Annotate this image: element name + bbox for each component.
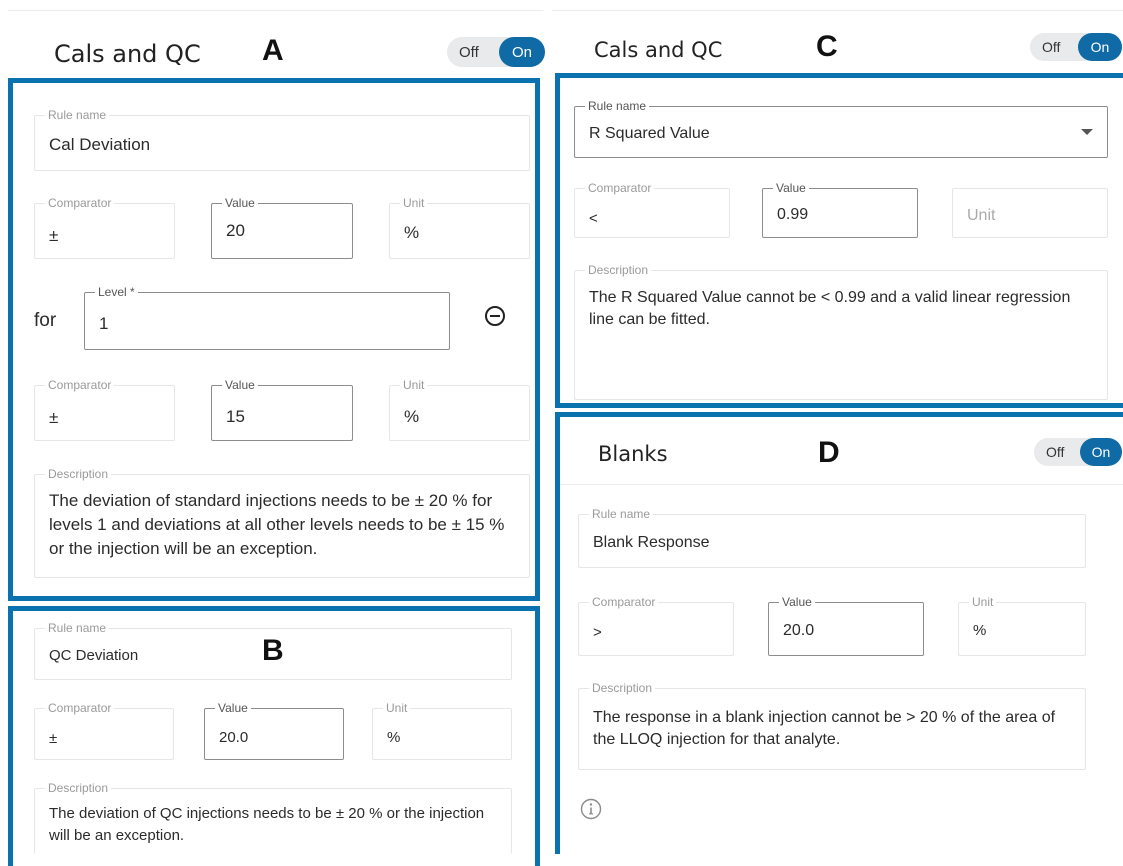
comparator-value: ± (49, 730, 58, 747)
unit-label: Unit (400, 196, 428, 210)
toggle-off-label[interactable]: Off (1034, 444, 1080, 460)
description-field[interactable]: Description The deviation of QC injectio… (34, 781, 512, 854)
rule-name-value: QC Deviation (49, 647, 139, 664)
value-input[interactable]: 20.0 (219, 729, 248, 746)
comparator-field[interactable]: Comparator < (574, 181, 730, 238)
rule-name-label: Rule name (45, 621, 110, 635)
toggle-on-label[interactable]: On (1078, 33, 1122, 61)
value-field[interactable]: Value 0.99 (762, 181, 918, 238)
toggle-on-label[interactable]: On (1080, 438, 1122, 466)
value-input[interactable]: 15 (226, 407, 245, 427)
unit-value: % (404, 407, 420, 426)
toggle-off-label[interactable]: Off (447, 44, 499, 61)
for-label: for (34, 310, 57, 331)
comparator-label: Comparator (45, 196, 115, 210)
description-field[interactable]: Description The response in a blank inje… (578, 681, 1086, 770)
value-label: Value (779, 595, 815, 609)
rule-name-label: Rule name (585, 99, 650, 113)
enable-toggle[interactable]: Off On (1030, 33, 1122, 61)
unit-label: Unit (969, 595, 997, 609)
comparator-label: Comparator (45, 701, 115, 715)
comparator-value: ± (49, 226, 59, 245)
unit-value: % (973, 622, 987, 639)
section-title: Blanks (598, 442, 668, 466)
description-label: Description (45, 467, 112, 481)
rule-name-value: Blank Response (593, 534, 710, 551)
toggle-off-label[interactable]: Off (1030, 39, 1078, 55)
value-label: Value (222, 378, 258, 392)
rule-name-select[interactable]: Rule name R Squared Value (574, 99, 1108, 158)
description-text[interactable]: The deviation of standard injections nee… (49, 489, 515, 561)
enable-toggle[interactable]: Off On (447, 37, 545, 67)
value-field[interactable]: Value 20.0 (204, 701, 344, 760)
value-input[interactable]: 20 (226, 221, 245, 241)
comparator-field[interactable]: Comparator > (578, 595, 734, 656)
unit-field[interactable]: Unit (952, 188, 1108, 238)
description-label: Description (585, 263, 652, 277)
panel-d: Blanks D Off On Rule name Blank Response… (552, 412, 1123, 854)
unit-field[interactable]: Unit % (389, 196, 530, 259)
comparator-value: < (589, 210, 598, 227)
description-field[interactable]: Description The R Squared Value cannot b… (574, 263, 1108, 400)
comparator-value: > (593, 624, 602, 641)
panel-letter: A (262, 34, 284, 67)
rule-name-value: R Squared Value (589, 125, 710, 142)
value-field[interactable]: Value 20.0 (768, 595, 924, 656)
unit-field[interactable]: Unit % (389, 378, 530, 441)
value-field[interactable]: Value 15 (211, 378, 353, 441)
comparator-label: Comparator (585, 181, 655, 195)
panel-letter: C (816, 30, 838, 63)
rule-name-field[interactable]: Rule name Cal Deviation (34, 108, 530, 171)
panel-letter: B (262, 634, 284, 667)
description-field[interactable]: Description The deviation of standard in… (34, 467, 530, 578)
comparator-field[interactable]: Comparator ± (34, 701, 174, 760)
description-text[interactable]: The R Squared Value cannot be < 0.99 and… (589, 287, 1093, 331)
unit-label: Unit (400, 378, 428, 392)
level-field[interactable]: Level * 1 (84, 285, 450, 350)
toggle-on-label[interactable]: On (499, 37, 545, 67)
info-icon[interactable] (580, 798, 602, 820)
section-title: Cals and QC (54, 40, 201, 68)
unit-field[interactable]: Unit % (372, 701, 512, 760)
level-label: Level * (95, 285, 138, 299)
unit-value: % (387, 729, 401, 746)
rule-name-label: Rule name (45, 108, 110, 122)
rule-name-field[interactable]: Rule name Blank Response (578, 507, 1086, 568)
value-label: Value (222, 196, 258, 210)
value-input[interactable]: 20.0 (783, 622, 814, 640)
dropdown-arrow-icon[interactable] (1081, 129, 1093, 135)
description-text[interactable]: The deviation of QC injections needs to … (49, 803, 497, 847)
panel-a: Cals and QC A Off On Rule name Cal Devia… (0, 0, 547, 604)
description-label: Description (589, 681, 656, 695)
comparator-field[interactable]: Comparator ± (34, 378, 175, 441)
unit-value: % (404, 223, 420, 242)
rule-name-value: Cal Deviation (49, 135, 151, 154)
unit-label: Unit (383, 701, 411, 715)
comparator-value: ± (49, 408, 59, 427)
panel-b: Rule name QC Deviation B Comparator ± Va… (0, 604, 547, 866)
level-input[interactable]: 1 (99, 314, 108, 334)
value-input[interactable]: 0.99 (777, 206, 808, 224)
comparator-label: Comparator (45, 378, 115, 392)
unit-field[interactable]: Unit % (958, 595, 1086, 656)
value-field[interactable]: Value 20 (211, 196, 353, 259)
comparator-field[interactable]: Comparator ± (34, 196, 175, 259)
description-label: Description (45, 781, 112, 795)
unit-placeholder: Unit (967, 207, 996, 224)
rule-name-label: Rule name (589, 507, 654, 521)
remove-level-icon[interactable] (484, 305, 506, 327)
panel-letter: D (818, 436, 840, 469)
comparator-label: Comparator (589, 595, 659, 609)
enable-toggle[interactable]: Off On (1034, 438, 1122, 466)
description-text[interactable]: The response in a blank injection cannot… (593, 707, 1071, 751)
section-title: Cals and QC (594, 38, 723, 62)
panel-c: Cals and QC C Off On Rule name R Squared… (552, 0, 1123, 410)
value-label: Value (773, 181, 809, 195)
value-label: Value (215, 701, 251, 715)
